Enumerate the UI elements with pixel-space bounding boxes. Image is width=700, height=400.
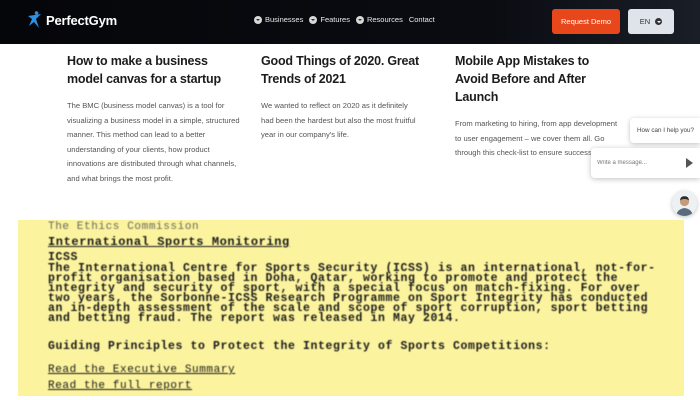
article-card[interactable]: Mobile App Mistakes to Avoid Before and … <box>455 52 625 161</box>
article-card[interactable]: How to make a business model canvas for … <box>67 52 245 187</box>
send-icon[interactable] <box>684 158 694 168</box>
article-excerpt: We wanted to reflect on 2020 as it defin… <box>261 101 416 140</box>
nav-label: Resources <box>366 15 403 24</box>
main-nav: Businesses Features Resources Contact <box>254 15 435 24</box>
article-title[interactable]: Good Things of 2020. Great Trends of 202… <box>261 52 421 88</box>
person-avatar-icon <box>672 191 697 216</box>
language-label: EN <box>639 17 651 26</box>
section-heading-faint: The Ethics Commission <box>48 221 200 233</box>
section-paragraph: The International Centre for Sports Secu… <box>48 262 656 325</box>
language-selector[interactable]: EN <box>628 9 674 34</box>
nav-label: Features <box>320 15 350 24</box>
top-navigation-bar: PerfectGym Businesses Features Resources… <box>0 0 700 44</box>
brand-name: PerfectGym <box>46 12 117 28</box>
chat-message-box <box>591 148 700 178</box>
highlighted-content-section: The Ethics Commission International Spor… <box>18 220 684 396</box>
chevron-down-icon <box>309 15 318 24</box>
chevron-down-icon <box>355 15 364 24</box>
nav-contact[interactable]: Contact <box>409 15 435 24</box>
guiding-principles-heading: Guiding Principles to Protect the Integr… <box>48 340 551 353</box>
nav-features[interactable]: Features <box>309 15 350 24</box>
nav-businesses[interactable]: Businesses <box>254 15 303 24</box>
brand-logo[interactable]: PerfectGym <box>27 11 117 29</box>
star-person-logo-icon <box>28 11 41 28</box>
executive-summary-link[interactable]: Read the Executive Summary <box>48 364 235 376</box>
nav-resources[interactable]: Resources <box>355 15 403 24</box>
section-heading: International Sports Monitoring <box>48 235 290 249</box>
article-title[interactable]: How to make a business model canvas for … <box>67 52 245 88</box>
article-excerpt: The BMC (business model canvas) is a too… <box>67 101 240 183</box>
request-demo-button[interactable]: Request Demo <box>552 9 620 34</box>
chat-greeting-bubble[interactable]: How can I help you? <box>630 118 700 143</box>
chevron-down-icon <box>254 15 262 24</box>
nav-label: Businesses <box>265 15 304 24</box>
nav-label: Contact <box>408 15 435 24</box>
article-card[interactable]: Good Things of 2020. Great Trends of 202… <box>261 52 421 143</box>
full-report-link[interactable]: Read the full report <box>48 380 192 392</box>
chat-agent-avatar[interactable] <box>672 191 697 216</box>
chat-message-input[interactable] <box>597 160 684 166</box>
article-title[interactable]: Mobile App Mistakes to Avoid Before and … <box>455 52 625 106</box>
section-body: ICSS The International Centre for Sports… <box>48 252 658 325</box>
chevron-down-icon <box>655 18 663 25</box>
